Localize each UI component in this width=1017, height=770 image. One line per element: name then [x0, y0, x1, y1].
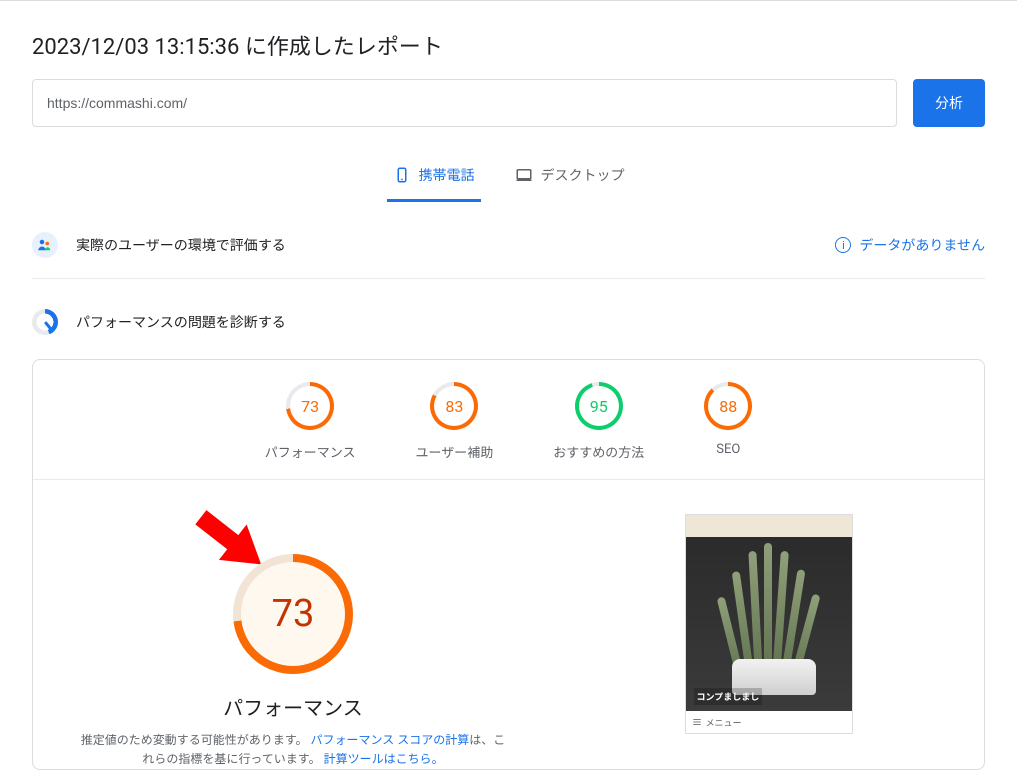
tab-desktop[interactable]: デスクトップ	[509, 155, 631, 202]
screenshot-header	[686, 515, 852, 537]
tab-desktop-label: デスクトップ	[541, 165, 625, 185]
diagnose-title: パフォーマンスの問題を診断する	[76, 312, 286, 332]
url-input[interactable]	[32, 79, 897, 127]
screenshot-plant-image	[704, 541, 844, 691]
tab-mobile-label: 携帯電話	[419, 165, 475, 185]
gauge-label: おすすめの方法	[553, 442, 644, 461]
top-divider	[0, 0, 1017, 1]
gauge-item-1[interactable]: 83 ユーザー補助	[415, 382, 493, 461]
performance-score: 73	[241, 562, 345, 666]
mini-gauge: 73	[286, 382, 334, 430]
analyze-button[interactable]: 分析	[913, 79, 985, 127]
mini-gauge: 83	[430, 382, 478, 430]
device-tabs: 携帯電話 デスクトップ	[32, 155, 985, 202]
gauge-label: パフォーマンス	[265, 442, 356, 461]
performance-description: 推定値のため変動する可能性があります。 パフォーマンス スコアの計算は、これらの…	[78, 731, 508, 769]
screenshot-menu: メニュー	[686, 711, 852, 733]
screenshot-caption: コンプましまし	[694, 688, 763, 705]
real-user-title: 実際のユーザーの環境で評価する	[76, 235, 286, 255]
gauge-score: 95	[575, 382, 623, 430]
gauge-item-3[interactable]: 88 SEO	[704, 382, 752, 461]
report-card: 73 パフォーマンス 83 ユーザー補助 95 おすすめの方法 88 SEO 73 パフォーマ…	[32, 359, 985, 770]
people-icon	[32, 232, 58, 258]
real-user-section: 実際のユーザーの環境で評価する i データがありません	[32, 202, 985, 270]
performance-heading: パフォーマンス	[223, 692, 363, 721]
page-title: 2023/12/03 13:15:36 に作成したレポート	[32, 29, 985, 61]
gauge-item-0[interactable]: 73 パフォーマンス	[265, 382, 356, 461]
page-screenshot: コンプましまし メニュー	[685, 514, 853, 734]
gauge-label: SEO	[716, 442, 740, 457]
perf-calculator-link[interactable]: 計算ツールはこちら。	[324, 752, 444, 766]
mobile-icon	[393, 166, 411, 184]
no-data-link[interactable]: i データがありません	[835, 235, 985, 255]
performance-gauge: 73	[233, 554, 353, 674]
gauge-label: ユーザー補助	[415, 442, 493, 461]
gauge-score: 83	[430, 382, 478, 430]
mini-gauge: 88	[704, 382, 752, 430]
info-icon: i	[835, 237, 851, 253]
mini-gauge: 95	[575, 382, 623, 430]
perf-desc-pre: 推定値のため変動する可能性があります。	[81, 733, 308, 747]
gauges-row: 73 パフォーマンス 83 ユーザー補助 95 おすすめの方法 88 SEO	[33, 360, 984, 480]
tab-mobile[interactable]: 携帯電話	[387, 155, 481, 202]
desktop-icon	[515, 166, 533, 184]
screenshot-body: コンプましまし メニュー	[686, 537, 852, 733]
perf-score-calc-link[interactable]: パフォーマンス スコアの計算	[311, 733, 470, 747]
gauge-icon	[32, 309, 58, 335]
gauge-score: 88	[704, 382, 752, 430]
screenshot-menu-label: メニュー	[706, 716, 742, 729]
gauge-score: 73	[286, 382, 334, 430]
url-form: 分析	[32, 79, 985, 127]
no-data-label: データがありません	[859, 235, 985, 255]
diagnose-section: パフォーマンスの問題を診断する	[32, 279, 985, 347]
performance-panel: 73 パフォーマンス 推定値のため変動する可能性があります。 パフォーマンス ス…	[33, 480, 984, 769]
gauge-item-2[interactable]: 95 おすすめの方法	[553, 382, 644, 461]
